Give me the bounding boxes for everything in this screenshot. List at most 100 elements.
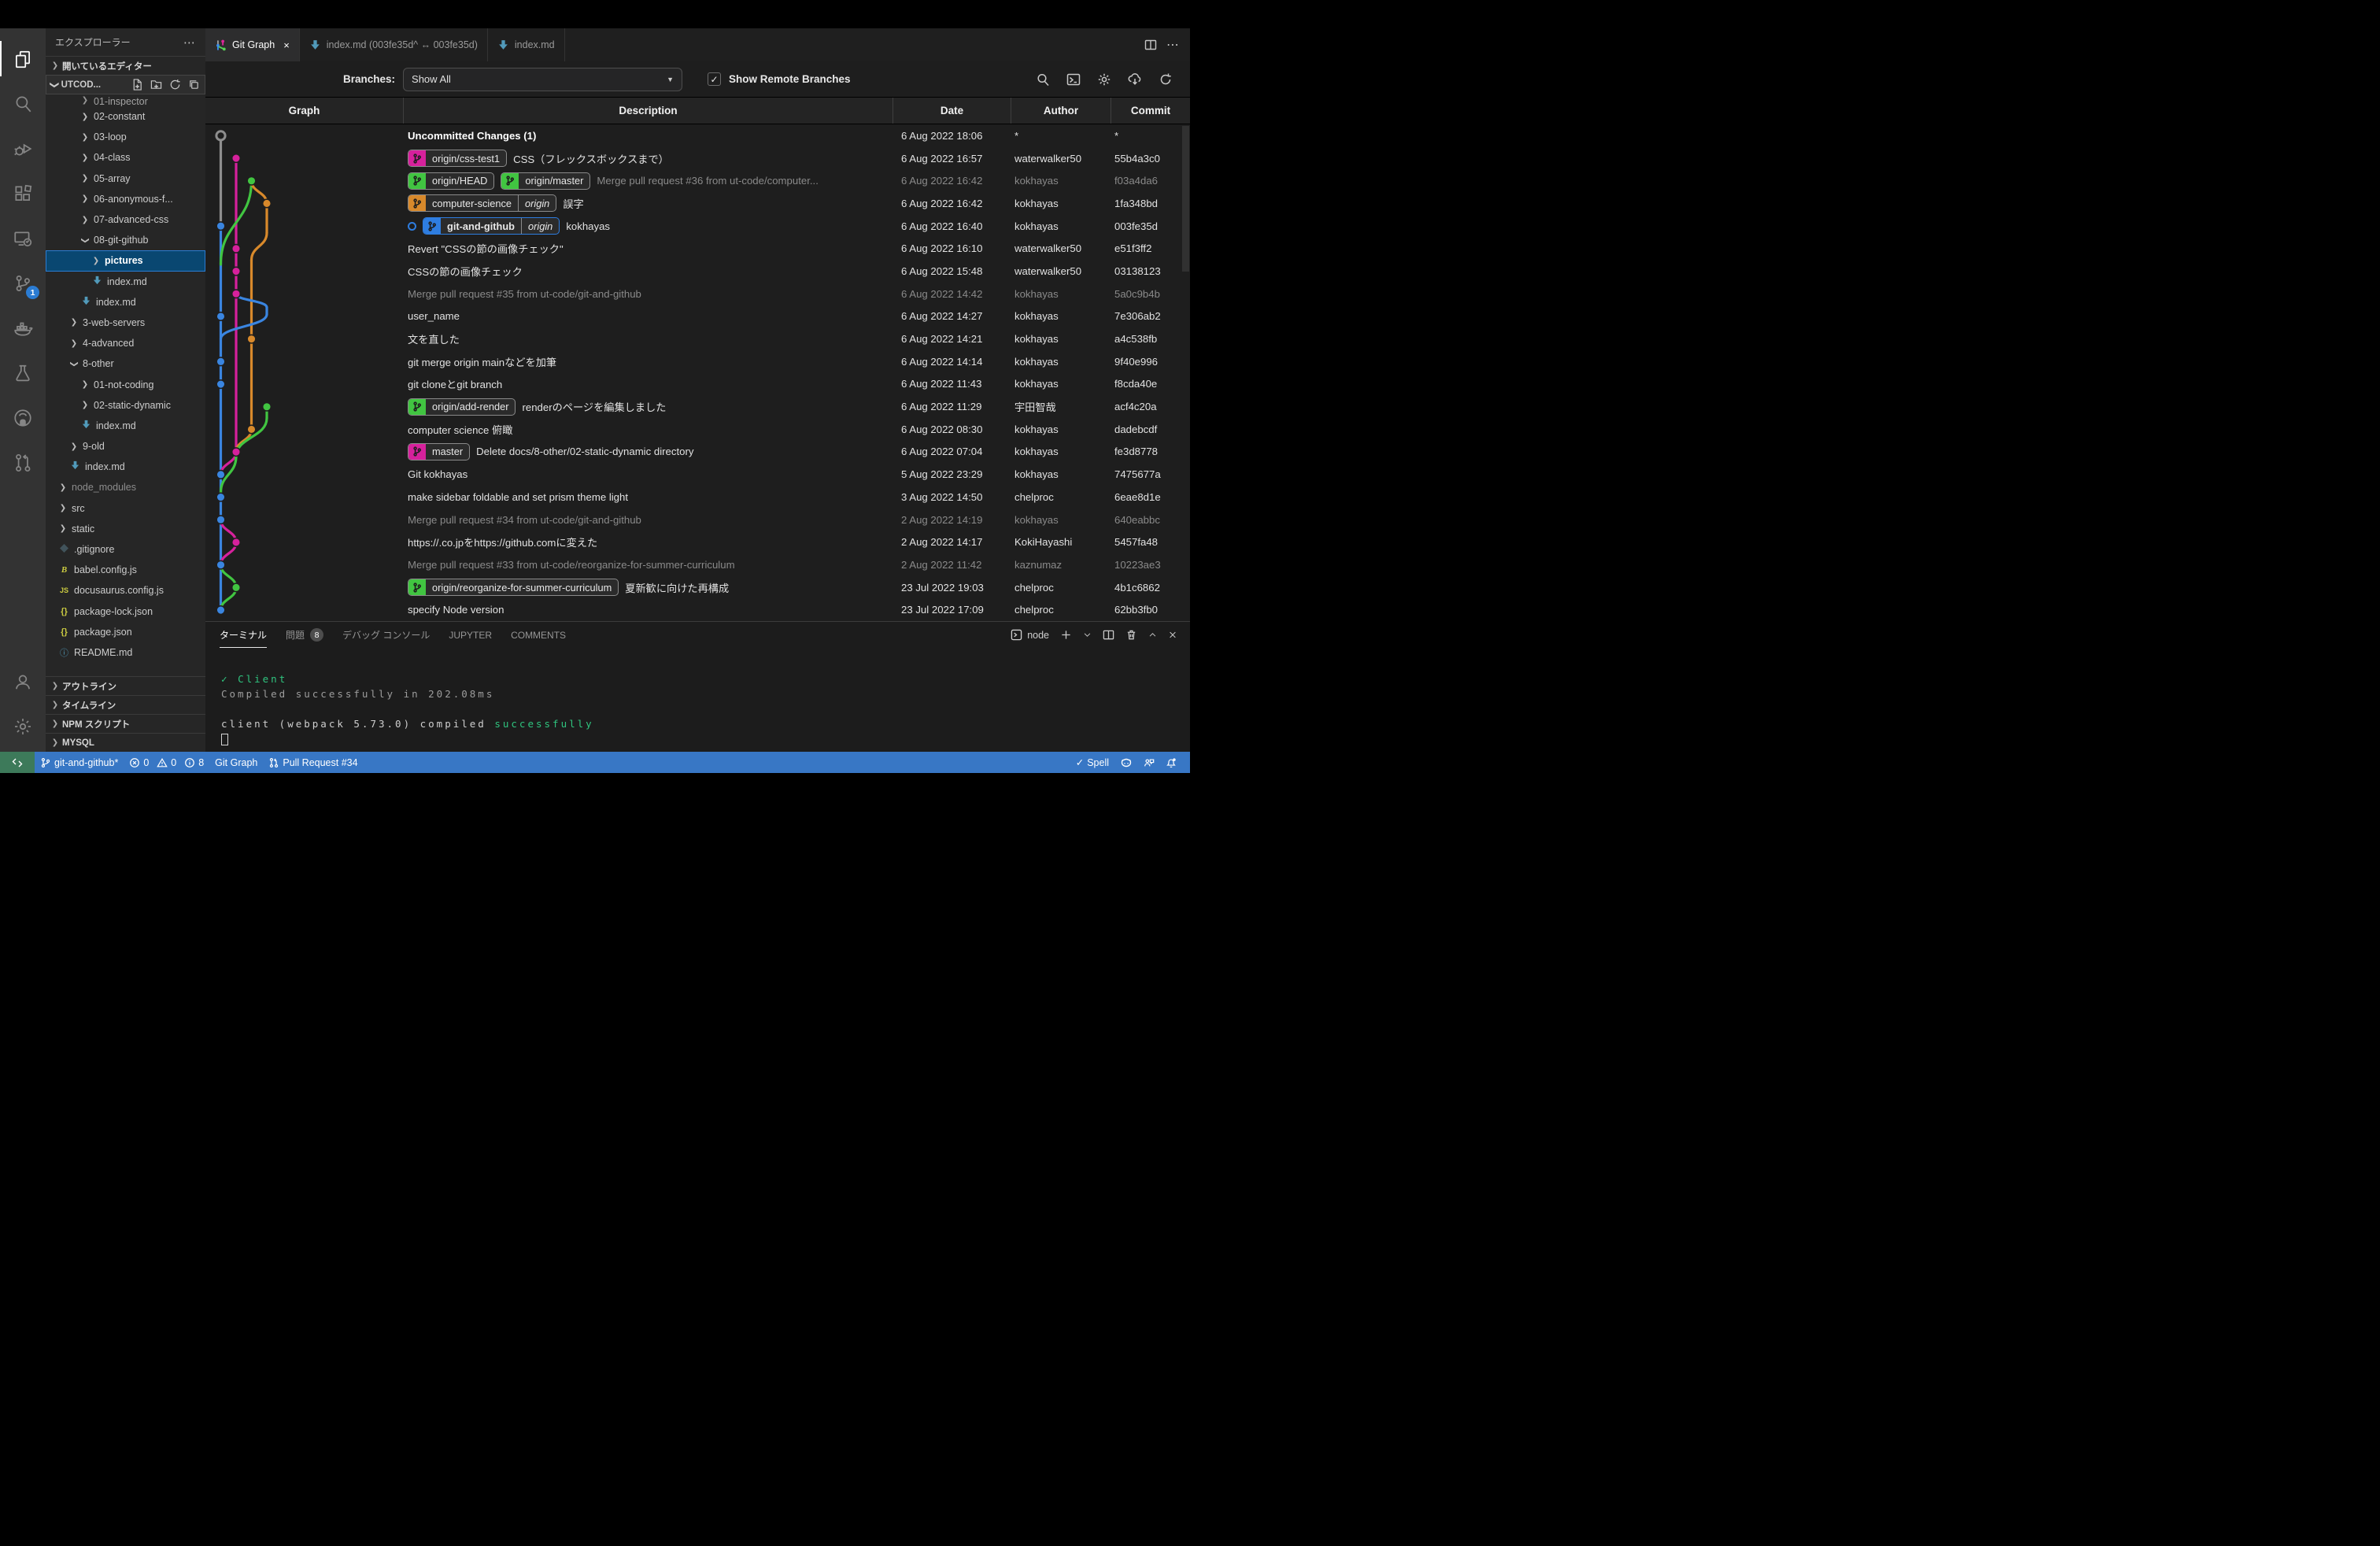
copilot-status[interactable] [1114, 756, 1138, 769]
shell-selector[interactable]: node [1011, 629, 1049, 641]
branch-tag-origin-css-test1[interactable]: origin/css-test1 [408, 150, 507, 167]
column-header-date[interactable]: Date [893, 98, 1011, 124]
feedback-status[interactable] [1138, 757, 1160, 768]
split-terminal-icon[interactable] [1103, 629, 1114, 641]
terminal-output[interactable]: ✓ Client Compiled successfully in 202.08… [205, 648, 1190, 746]
activity-item-search[interactable] [0, 81, 46, 126]
tree-folder-07-advanced-css[interactable]: ❯07-advanced-css [46, 209, 205, 230]
panel-tab--[interactable]: 問題8 [286, 622, 323, 648]
tab-git-graph[interactable]: Git Graph× [205, 28, 300, 61]
branch-tag-origin-add-render[interactable]: origin/add-render [408, 398, 516, 416]
tree-file-index-md[interactable]: index.md [46, 292, 205, 313]
tree-file-index-md[interactable]: index.md [46, 457, 205, 477]
activity-item-source-control[interactable]: 1 [0, 261, 46, 305]
tree-folder-3-web-servers[interactable]: ❯3-web-servers [46, 313, 205, 333]
tree-file-index-md[interactable]: index.md [46, 416, 205, 436]
notifications-status[interactable] [1160, 757, 1182, 768]
editor-more-actions-icon[interactable]: ⋯ [1166, 37, 1179, 53]
workspace-section-header[interactable]: ❯ UTCOD... [46, 75, 205, 94]
commit-dot[interactable] [232, 245, 241, 253]
tree-folder-03-loop[interactable]: ❯03-loop [46, 127, 205, 147]
kill-terminal-icon[interactable] [1125, 629, 1137, 641]
activity-item-extensions[interactable] [0, 171, 46, 216]
activity-item-test-explorer[interactable] [0, 350, 46, 395]
commit-dot[interactable] [232, 154, 241, 163]
commit-dot[interactable] [232, 448, 241, 457]
tree-file-package-lock-json[interactable]: {}package-lock.json [46, 601, 205, 622]
commit-dot[interactable] [216, 560, 225, 569]
activity-item-settings[interactable] [0, 704, 46, 749]
branch-tag-origin-reorganize-for-summer-curriculum[interactable]: origin/reorganize-for-summer-curriculum [408, 579, 619, 596]
sidebar-section-アウトライン[interactable]: ❯アウトライン [46, 676, 205, 695]
tree-file-docusaurus-config-js[interactable]: JSdocusaurus.config.js [46, 580, 205, 601]
tree-folder-04-class[interactable]: ❯04-class [46, 147, 205, 168]
refresh-icon[interactable] [1159, 72, 1173, 87]
commit-dot[interactable] [263, 402, 272, 411]
activity-item-account[interactable] [0, 659, 46, 704]
activity-item-explorer[interactable] [0, 36, 46, 81]
search-icon[interactable] [1036, 72, 1050, 87]
column-header-graph[interactable]: Graph [205, 98, 403, 124]
panel-tab--[interactable]: デバッグ コンソール [342, 622, 430, 648]
tree-folder-9-old[interactable]: ❯9-old [46, 436, 205, 457]
problems-status[interactable]: 0 0 8 [124, 752, 209, 773]
sidebar-section-NPM スクリプト[interactable]: ❯NPM スクリプト [46, 714, 205, 733]
branch-tag-origin-master[interactable]: origin/master [501, 172, 590, 190]
tree-folder-08-git-github[interactable]: ❯08-git-github [46, 230, 205, 250]
tree-folder-pictures[interactable]: ❯pictures [46, 250, 205, 271]
fetch-remote-icon[interactable] [1128, 72, 1142, 87]
tab-index-md[interactable]: index.md [488, 28, 565, 61]
tree-folder-06-anonymous-f-[interactable]: ❯06-anonymous-f... [46, 189, 205, 209]
panel-tab--[interactable]: ターミナル [220, 622, 267, 648]
column-header-commit[interactable]: Commit [1111, 98, 1190, 124]
commit-dot[interactable] [216, 313, 225, 321]
tree-folder-01-not-coding[interactable]: ❯01-not-coding [46, 374, 205, 394]
terminal-icon[interactable] [1066, 72, 1081, 87]
tree-file-readme-md[interactable]: ⓘREADME.md [46, 642, 205, 663]
tree-folder-02-constant[interactable]: ❯02-constant [46, 106, 205, 127]
close-panel-icon[interactable] [1168, 629, 1177, 641]
branch-status[interactable]: git-and-github* [35, 752, 124, 773]
branch-tag-origin-HEAD[interactable]: origin/HEAD [408, 172, 494, 190]
show-remote-checkbox[interactable]: ✓ [708, 72, 721, 86]
commit-dot[interactable] [216, 222, 225, 231]
chevron-down-icon[interactable] [1083, 629, 1092, 641]
sidebar-section-タイムライン[interactable]: ❯タイムライン [46, 695, 205, 714]
column-header-description[interactable]: Description [403, 98, 893, 124]
vertical-scrollbar[interactable] [1182, 126, 1189, 272]
commit-dot[interactable] [232, 290, 241, 298]
tree-file--gitignore[interactable]: .gitignore [46, 539, 205, 560]
commit-dot[interactable] [216, 493, 225, 501]
commit-dot[interactable] [247, 176, 256, 185]
activity-item-github[interactable] [0, 395, 46, 440]
commit-dot[interactable] [263, 199, 272, 208]
collapse-folders-icon[interactable] [188, 79, 200, 91]
commit-dot[interactable] [216, 380, 225, 389]
commit-dot[interactable] [232, 267, 241, 276]
activity-item-docker[interactable] [0, 305, 46, 350]
pull-request-status[interactable]: Pull Request #34 [263, 752, 363, 773]
commit-dot[interactable] [216, 131, 225, 140]
open-editors-section[interactable]: ❯ 開いているエディター [46, 56, 205, 75]
tab-index-md-003fe35d-003fe35d-[interactable]: index.md (003fe35d^ ↔ 003fe35d) [300, 28, 488, 61]
tree-folder-src[interactable]: ❯src [46, 498, 205, 519]
commit-dot[interactable] [232, 583, 241, 592]
tree-folder-02-static-dynamic[interactable]: ❯02-static-dynamic [46, 395, 205, 416]
commit-dot[interactable] [247, 335, 256, 343]
tree-file-index-md[interactable]: index.md [46, 272, 205, 292]
commit-dot[interactable] [216, 357, 225, 366]
panel-tab-jupyter[interactable]: JUPYTER [449, 622, 492, 648]
branches-dropdown[interactable]: Show All ▼ [403, 68, 682, 91]
git-graph-status[interactable]: Git Graph [209, 752, 263, 773]
more-actions-icon[interactable]: ⋯ [183, 35, 196, 50]
tree-folder-05-array[interactable]: ❯05-array [46, 168, 205, 189]
activity-item-pull-requests[interactable] [0, 440, 46, 485]
commit-dot[interactable] [216, 471, 225, 479]
tree-folder-01-inspector[interactable]: ❯01-inspector [46, 96, 205, 106]
branch-tag-computer-science[interactable]: computer-scienceorigin [408, 194, 556, 212]
commit-dot[interactable] [216, 606, 225, 615]
activity-item-remote-explorer[interactable] [0, 216, 46, 261]
panel-tab-comments[interactable]: COMMENTS [511, 622, 566, 648]
tree-file-babel-config-js[interactable]: Bbabel.config.js [46, 560, 205, 580]
split-editor-icon[interactable] [1144, 39, 1157, 51]
